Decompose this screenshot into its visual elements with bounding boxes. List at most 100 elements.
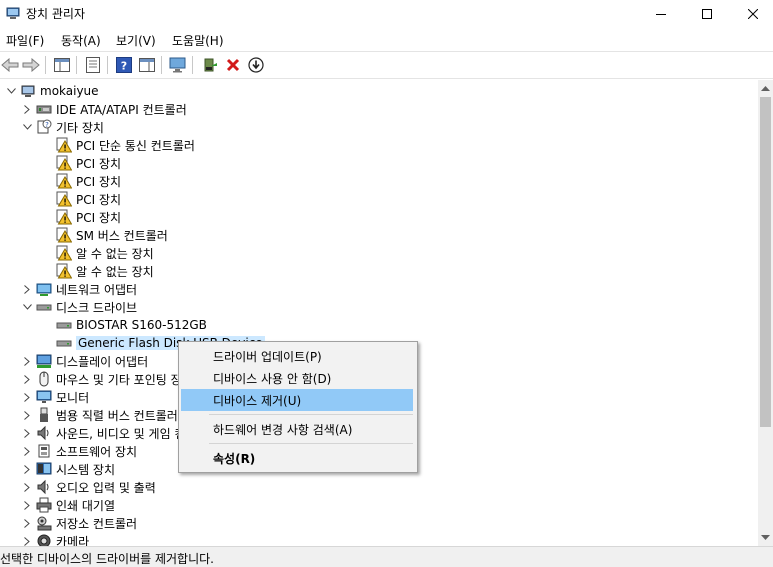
disk-drive-icon [56,317,72,333]
menu-help[interactable]: 도움말(H) [170,32,226,49]
category-print-queues[interactable]: 인쇄 대기열 [20,496,115,514]
status-bar: 선택한 디바이스의 드라이버를 제거합니다. [0,546,773,567]
usb-icon [36,407,52,423]
unknown-device-icon: ? [36,119,52,135]
chevron-right-icon[interactable] [20,352,34,370]
back-icon[interactable] [0,55,20,75]
category-cameras[interactable]: 카메라 [20,532,89,546]
category-system-devices[interactable]: 시스템 장치 [20,460,115,478]
scan-hardware-icon[interactable] [168,55,188,75]
chevron-right-icon[interactable] [20,100,34,118]
device-manager-icon [6,6,20,20]
chevron-down-icon[interactable] [20,298,34,316]
software-device-icon [36,443,52,459]
svg-text:?: ? [45,121,49,129]
device-item[interactable]: PCI 장치 [56,208,121,226]
category-ide[interactable]: IDE ATA/ATAPI 컨트롤러 [20,100,187,118]
category-display-adapters[interactable]: 디스플레이 어댑터 [20,352,148,370]
device-item[interactable]: SM 버스 컨트롤러 [56,226,168,244]
chevron-right-icon[interactable] [20,442,34,460]
maximize-button[interactable] [684,0,730,28]
disk-drive-icon [56,335,72,351]
warning-icon [56,245,72,261]
category-storage-controllers[interactable]: 저장소 컨트롤러 [20,514,137,532]
context-menu: 드라이버 업데이트(P) 디바이스 사용 안 함(D) 디바이스 제거(U) 하… [178,341,418,473]
tree-root[interactable]: mokaiyue [4,82,99,100]
category-mice[interactable]: 마우스 및 기타 포인팅 장치 [20,370,193,388]
warning-icon [56,191,72,207]
menu-scan-hardware[interactable]: 하드웨어 변경 사항 검색(A) [181,418,413,440]
uninstall-device-icon[interactable] [223,55,243,75]
chevron-right-icon[interactable] [20,406,34,424]
chevron-down-icon[interactable] [4,82,18,100]
chevron-down-icon[interactable] [20,118,34,136]
computer-icon [20,83,36,99]
category-usb-controllers[interactable]: 범용 직렬 버스 컨트롤러 [20,406,178,424]
menu-uninstall-device[interactable]: 디바이스 제거(U) [181,389,413,411]
camera-icon [36,533,52,546]
close-button[interactable] [730,0,773,28]
scroll-thumb[interactable] [760,97,771,427]
svg-text:?: ? [121,60,127,73]
chevron-right-icon[interactable] [20,532,34,546]
title-bar: 장치 관리자 [0,0,773,28]
category-software-devices[interactable]: 소프트웨어 장치 [20,442,137,460]
chevron-right-icon[interactable] [20,460,34,478]
system-device-icon [36,461,52,477]
warning-icon [56,137,72,153]
device-item[interactable]: PCI 장치 [56,172,121,190]
device-item[interactable]: PCI 장치 [56,190,121,208]
warning-icon [56,209,72,225]
vertical-scrollbar[interactable] [758,80,773,546]
chevron-right-icon[interactable] [20,370,34,388]
device-item[interactable]: 알 수 없는 장치 [56,244,154,262]
menu-separator [209,443,413,444]
warning-icon [56,227,72,243]
warning-icon [56,173,72,189]
chevron-right-icon[interactable] [20,514,34,532]
chevron-right-icon[interactable] [20,478,34,496]
speaker-icon [36,425,52,441]
device-item[interactable]: PCI 장치 [56,154,121,172]
update-driver-icon[interactable] [200,55,220,75]
network-adapter-icon [36,281,52,297]
disk-device-biostar[interactable]: BIOSTAR S160-512GB [56,316,207,334]
category-other-devices[interactable]: ? 기타 장치 [20,118,104,136]
category-network-adapters[interactable]: 네트워크 어댑터 [20,280,137,298]
chevron-right-icon[interactable] [20,424,34,442]
chevron-right-icon[interactable] [20,280,34,298]
status-text: 선택한 디바이스의 드라이버를 제거합니다. [0,552,214,566]
category-audio-io[interactable]: 오디오 입력 및 출력 [20,478,156,496]
device-item[interactable]: 알 수 없는 장치 [56,262,154,280]
device-tree: mokaiyue IDE ATA/ATAPI 컨트롤러 ? 기타 장치 PCI … [0,80,758,546]
action-pane-icon[interactable] [137,55,157,75]
toolbar: ? [0,51,773,79]
menu-update-driver[interactable]: 드라이버 업데이트(P) [181,345,413,367]
scroll-down-icon[interactable] [758,530,773,545]
menu-view[interactable]: 보기(V) [114,32,158,49]
properties-icon[interactable] [83,55,103,75]
category-disk-drives[interactable]: 디스크 드라이브 [20,298,137,316]
storage-controller-icon [36,515,52,531]
monitor-icon [36,389,52,405]
scroll-up-icon[interactable] [758,81,773,96]
ide-controller-icon [36,101,52,117]
show-hide-console-tree-icon[interactable] [52,55,72,75]
menu-file[interactable]: 파일(F) [4,32,46,49]
chevron-right-icon[interactable] [20,496,34,514]
window-title: 장치 관리자 [26,7,86,21]
disable-device-icon[interactable] [246,55,266,75]
warning-icon [56,263,72,279]
help-icon[interactable]: ? [114,55,134,75]
device-item[interactable]: PCI 단순 통신 컨트롤러 [56,136,195,154]
warning-icon [56,155,72,171]
minimize-button[interactable] [638,0,684,28]
menu-action[interactable]: 동작(A) [59,32,103,49]
chevron-right-icon[interactable] [20,388,34,406]
menu-disable-device[interactable]: 디바이스 사용 안 함(D) [181,367,413,389]
mouse-icon [36,371,52,387]
category-monitors[interactable]: 모니터 [20,388,89,406]
forward-icon[interactable] [21,55,41,75]
printer-icon [36,497,52,513]
menu-properties[interactable]: 속성(R) [181,447,413,469]
